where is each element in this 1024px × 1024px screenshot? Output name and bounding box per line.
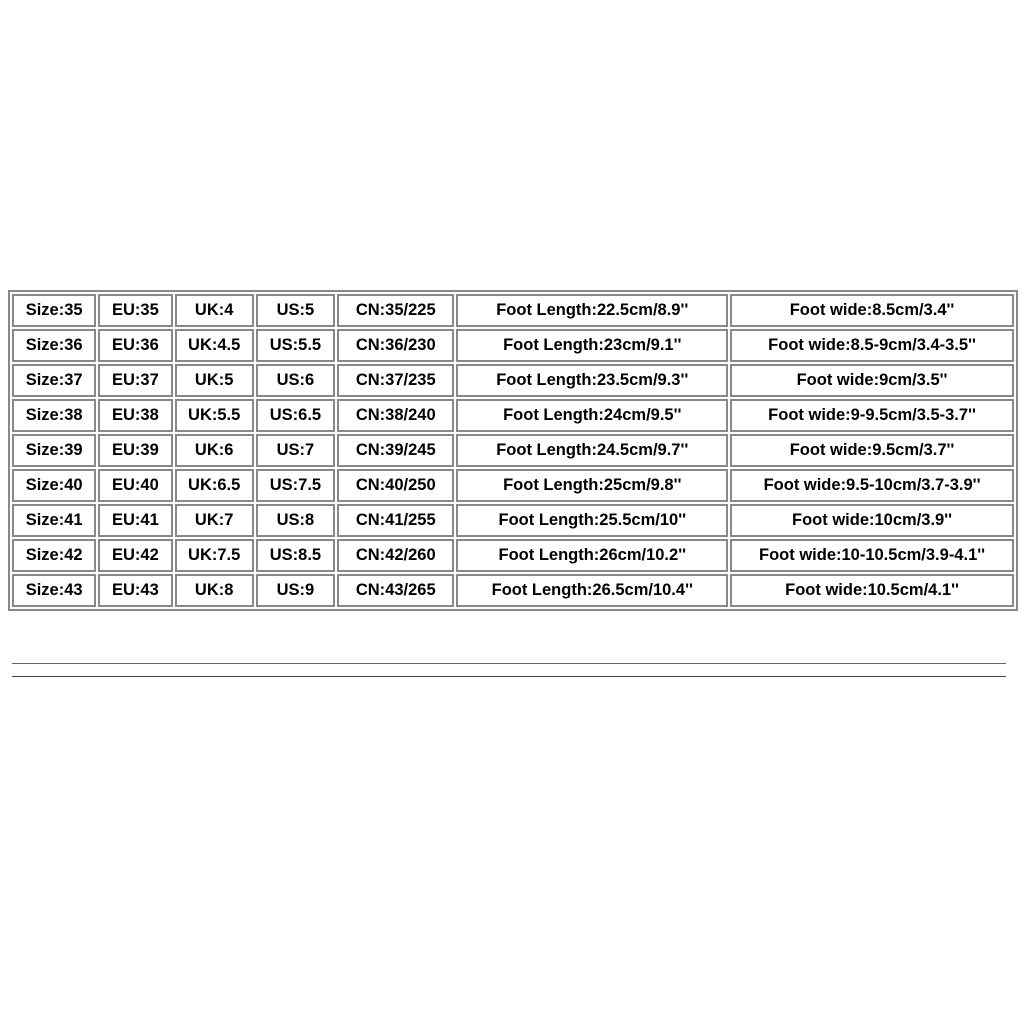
cell-eu: EU:38 bbox=[98, 399, 172, 432]
cell-uk: UK:7.5 bbox=[175, 539, 254, 572]
cell-wide: Foot wide:9-9.5cm/3.5-3.7'' bbox=[730, 399, 1014, 432]
cell-eu: EU:35 bbox=[98, 294, 172, 327]
cell-cn: CN:38/240 bbox=[337, 399, 454, 432]
cell-size: Size:37 bbox=[12, 364, 96, 397]
cell-uk: UK:7 bbox=[175, 504, 254, 537]
cell-size: Size:35 bbox=[12, 294, 96, 327]
cell-length: Foot Length:25cm/9.8'' bbox=[456, 469, 728, 502]
cell-size: Size:42 bbox=[12, 539, 96, 572]
cell-cn: CN:42/260 bbox=[337, 539, 454, 572]
table-row: Size:42EU:42UK:7.5US:8.5CN:42/260Foot Le… bbox=[12, 539, 1014, 572]
cell-eu: EU:43 bbox=[98, 574, 172, 607]
cell-wide: Foot wide:9.5-10cm/3.7-3.9'' bbox=[730, 469, 1014, 502]
cell-eu: EU:41 bbox=[98, 504, 172, 537]
cell-cn: CN:43/265 bbox=[337, 574, 454, 607]
cell-us: US:8 bbox=[256, 504, 335, 537]
cell-wide: Foot wide:10-10.5cm/3.9-4.1'' bbox=[730, 539, 1014, 572]
cell-wide: Foot wide:8.5-9cm/3.4-3.5'' bbox=[730, 329, 1014, 362]
cell-cn: CN:37/235 bbox=[337, 364, 454, 397]
size-chart-table: Size:35EU:35UK:4US:5CN:35/225Foot Length… bbox=[8, 290, 1018, 611]
table-row: Size:37EU:37UK:5US:6CN:37/235Foot Length… bbox=[12, 364, 1014, 397]
cell-length: Foot Length:24.5cm/9.7'' bbox=[456, 434, 728, 467]
cell-length: Foot Length:24cm/9.5'' bbox=[456, 399, 728, 432]
cell-us: US:6.5 bbox=[256, 399, 335, 432]
cell-us: US:9 bbox=[256, 574, 335, 607]
table-row: Size:40EU:40UK:6.5US:7.5CN:40/250Foot Le… bbox=[12, 469, 1014, 502]
cell-length: Foot Length:23cm/9.1'' bbox=[456, 329, 728, 362]
cell-cn: CN:35/225 bbox=[337, 294, 454, 327]
cell-wide: Foot wide:10.5cm/4.1'' bbox=[730, 574, 1014, 607]
cell-length: Foot Length:26.5cm/10.4'' bbox=[456, 574, 728, 607]
cell-size: Size:36 bbox=[12, 329, 96, 362]
cell-uk: UK:5.5 bbox=[175, 399, 254, 432]
cell-cn: CN:41/255 bbox=[337, 504, 454, 537]
cell-eu: EU:42 bbox=[98, 539, 172, 572]
cell-length: Foot Length:25.5cm/10'' bbox=[456, 504, 728, 537]
bottom-border-band bbox=[12, 663, 1006, 677]
cell-size: Size:40 bbox=[12, 469, 96, 502]
cell-us: US:5 bbox=[256, 294, 335, 327]
cell-us: US:6 bbox=[256, 364, 335, 397]
cell-uk: UK:8 bbox=[175, 574, 254, 607]
cell-uk: UK:5 bbox=[175, 364, 254, 397]
table-row: Size:39EU:39UK:6US:7CN:39/245Foot Length… bbox=[12, 434, 1014, 467]
cell-size: Size:41 bbox=[12, 504, 96, 537]
cell-length: Foot Length:23.5cm/9.3'' bbox=[456, 364, 728, 397]
cell-us: US:7.5 bbox=[256, 469, 335, 502]
table-row: Size:36EU:36UK:4.5US:5.5CN:36/230Foot Le… bbox=[12, 329, 1014, 362]
cell-uk: UK:6.5 bbox=[175, 469, 254, 502]
cell-uk: UK:4 bbox=[175, 294, 254, 327]
table-row: Size:41EU:41UK:7US:8CN:41/255Foot Length… bbox=[12, 504, 1014, 537]
cell-size: Size:39 bbox=[12, 434, 96, 467]
cell-uk: UK:6 bbox=[175, 434, 254, 467]
cell-cn: CN:39/245 bbox=[337, 434, 454, 467]
cell-eu: EU:39 bbox=[98, 434, 172, 467]
cell-wide: Foot wide:9cm/3.5'' bbox=[730, 364, 1014, 397]
cell-size: Size:38 bbox=[12, 399, 96, 432]
cell-uk: UK:4.5 bbox=[175, 329, 254, 362]
cell-us: US:7 bbox=[256, 434, 335, 467]
cell-wide: Foot wide:10cm/3.9'' bbox=[730, 504, 1014, 537]
cell-wide: Foot wide:8.5cm/3.4'' bbox=[730, 294, 1014, 327]
table-row: Size:43EU:43UK:8US:9CN:43/265Foot Length… bbox=[12, 574, 1014, 607]
cell-eu: EU:36 bbox=[98, 329, 172, 362]
table-row: Size:35EU:35UK:4US:5CN:35/225Foot Length… bbox=[12, 294, 1014, 327]
cell-cn: CN:36/230 bbox=[337, 329, 454, 362]
cell-us: US:8.5 bbox=[256, 539, 335, 572]
cell-eu: EU:40 bbox=[98, 469, 172, 502]
cell-length: Foot Length:26cm/10.2'' bbox=[456, 539, 728, 572]
cell-eu: EU:37 bbox=[98, 364, 172, 397]
cell-length: Foot Length:22.5cm/8.9'' bbox=[456, 294, 728, 327]
cell-us: US:5.5 bbox=[256, 329, 335, 362]
cell-size: Size:43 bbox=[12, 574, 96, 607]
cell-wide: Foot wide:9.5cm/3.7'' bbox=[730, 434, 1014, 467]
cell-cn: CN:40/250 bbox=[337, 469, 454, 502]
table-row: Size:38EU:38UK:5.5US:6.5CN:38/240Foot Le… bbox=[12, 399, 1014, 432]
